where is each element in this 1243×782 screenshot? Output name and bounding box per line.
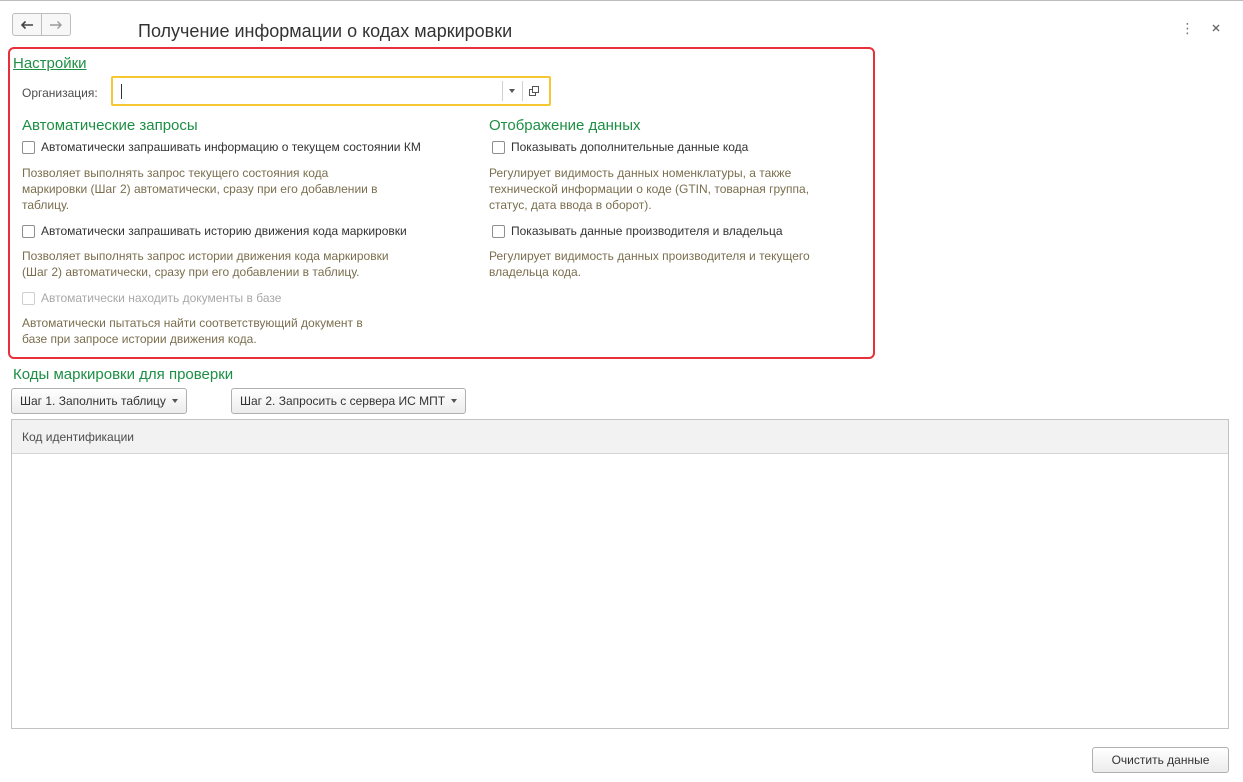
display-title: Отображение данных xyxy=(489,117,641,134)
auto-state-label: Автоматически запрашивать информацию о т… xyxy=(41,140,421,154)
auto-history-description: Позволяет выполнять запрос истории движе… xyxy=(22,249,389,279)
organization-label: Организация: xyxy=(22,86,98,100)
step2-request-server-button[interactable]: Шаг 2. Запросить с сервера ИС МПТ xyxy=(231,388,467,414)
auto-history-option[interactable]: Автоматически запрашивать историю движен… xyxy=(22,224,407,238)
window-top-border xyxy=(0,0,1243,1)
auto-state-option[interactable]: Автоматически запрашивать информацию о т… xyxy=(22,140,421,154)
auto-history-label: Автоматически запрашивать историю движен… xyxy=(41,224,407,238)
auto-docs-label: Автоматически находить документы в базе xyxy=(41,291,282,305)
show-extra-label: Показывать дополнительные данные кода xyxy=(511,140,749,154)
arrow-left-icon xyxy=(20,20,33,29)
organization-open-button[interactable] xyxy=(522,81,543,101)
back-button[interactable] xyxy=(12,13,42,36)
organization-dropdown-button[interactable] xyxy=(502,81,519,101)
step2-label: Шаг 2. Запросить с сервера ИС МПТ xyxy=(240,394,446,408)
auto-docs-description: Автоматически пытаться найти соответству… xyxy=(22,316,363,346)
organization-input[interactable] xyxy=(111,76,551,106)
column-header-label: Код идентификации xyxy=(22,429,134,444)
show-extra-checkbox[interactable] xyxy=(492,140,505,154)
auto-requests-title: Автоматические запросы xyxy=(22,117,198,134)
step1-label: Шаг 1. Заполнить таблицу xyxy=(20,394,166,408)
clear-data-label: Очистить данные xyxy=(1111,753,1210,767)
show-producer-description: Регулирует видимость данных производител… xyxy=(489,249,810,279)
chevron-down-icon xyxy=(451,399,458,403)
more-vertical-icon[interactable]: ⋮ xyxy=(1180,20,1195,36)
forward-button[interactable] xyxy=(41,13,71,36)
show-extra-description: Регулирует видимость данных номенклатуры… xyxy=(489,166,810,212)
arrow-right-icon xyxy=(50,20,62,29)
auto-state-checkbox[interactable] xyxy=(22,140,35,154)
close-icon[interactable] xyxy=(1210,20,1224,36)
codes-table[interactable]: Код идентификации xyxy=(11,419,1229,729)
open-form-icon xyxy=(529,86,539,96)
step1-fill-table-button[interactable]: Шаг 1. Заполнить таблицу xyxy=(11,388,187,414)
show-producer-checkbox[interactable] xyxy=(492,224,505,238)
column-header-code[interactable]: Код идентификации xyxy=(12,420,1228,454)
clear-data-button[interactable]: Очистить данные xyxy=(1092,747,1229,773)
window-title: Получение информации о кодах маркировки xyxy=(138,21,513,41)
show-producer-option[interactable]: Показывать данные производителя и владел… xyxy=(492,224,783,238)
codes-title: Коды маркировки для проверки xyxy=(13,366,234,383)
auto-docs-checkbox xyxy=(22,291,35,305)
auto-state-description: Позволяет выполнять запрос текущего сост… xyxy=(22,166,378,212)
settings-link[interactable]: Настройки xyxy=(13,55,87,72)
show-producer-label: Показывать данные производителя и владел… xyxy=(511,224,783,238)
auto-history-checkbox[interactable] xyxy=(22,224,35,238)
chevron-down-icon xyxy=(171,399,178,403)
text-cursor xyxy=(121,84,122,99)
auto-docs-option: Автоматически находить документы в базе xyxy=(22,291,281,305)
show-extra-option[interactable]: Показывать дополнительные данные кода xyxy=(492,140,748,154)
chevron-down-icon xyxy=(509,89,515,93)
